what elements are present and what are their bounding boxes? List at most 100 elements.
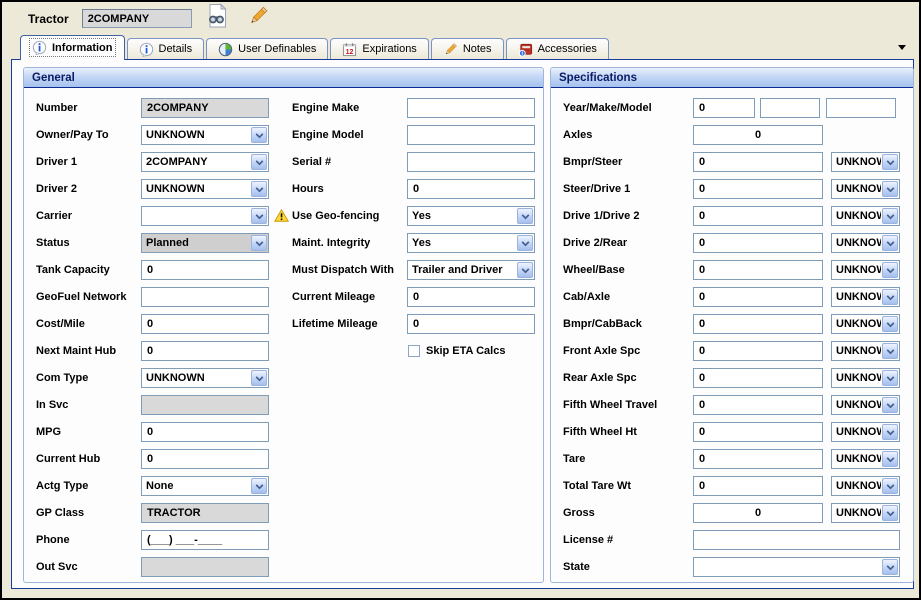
rear-axle-spc-input[interactable]: 0	[693, 368, 823, 388]
cab-axle-combo-button[interactable]	[882, 289, 898, 305]
wheel-base-input[interactable]: 0	[693, 260, 823, 280]
year-make-model-1-input[interactable]: 0	[693, 98, 755, 118]
skip-eta-calcs-checkbox[interactable]	[408, 345, 420, 357]
gross-input[interactable]: 0	[693, 503, 823, 523]
maint-integrity-combo-button[interactable]	[517, 235, 533, 251]
drive-2-rear-combo-button[interactable]	[882, 235, 898, 251]
wheel-base-combo-button[interactable]	[882, 262, 898, 278]
state-combo[interactable]	[693, 557, 900, 577]
front-axle-spc-combo[interactable]: UNKNOW	[831, 341, 900, 361]
chevron-down-icon	[255, 126, 264, 144]
tractor-id-field[interactable]: 2COMPANY	[82, 9, 192, 28]
tab-label: Notes	[463, 43, 492, 55]
must-dispatch-with-combo-button[interactable]	[517, 262, 533, 278]
fifth-wheel-travel-combo-button[interactable]	[882, 397, 898, 413]
front-axle-spc-input[interactable]: 0	[693, 341, 823, 361]
bmpr-cabback-combo-button[interactable]	[882, 316, 898, 332]
must-dispatch-with-combo[interactable]: Trailer and Driver	[407, 260, 535, 280]
tank-capacity-input[interactable]: 0	[141, 260, 269, 280]
tare-input[interactable]: 0	[693, 449, 823, 469]
steer-drive-1-input[interactable]: 0	[693, 179, 823, 199]
tare-combo-button[interactable]	[882, 451, 898, 467]
wheel-base-combo[interactable]: UNKNOW	[831, 260, 900, 280]
tab-list-dropdown-button[interactable]	[895, 42, 909, 52]
owner-pay-to-combo[interactable]: UNKNOWN	[141, 125, 269, 145]
engine-model-input[interactable]	[407, 125, 535, 145]
fifth-wheel-travel-input[interactable]: 0	[693, 395, 823, 415]
bmpr-steer-input[interactable]: 0	[693, 152, 823, 172]
tab-information[interactable]: Information	[20, 35, 125, 60]
engine-make-input[interactable]	[407, 98, 535, 118]
front-axle-spc-combo-button[interactable]	[882, 343, 898, 359]
tab-expirations[interactable]: 12Expirations	[330, 38, 428, 59]
tab-details[interactable]: Details	[127, 38, 205, 59]
axles-input[interactable]: 0	[693, 125, 823, 145]
form-row: Actg TypeNone	[36, 472, 269, 499]
drive-1-drive-2-combo-button[interactable]	[882, 208, 898, 224]
owner-pay-to-combo-button[interactable]	[251, 127, 267, 143]
gross-combo-button[interactable]	[882, 505, 898, 521]
tab-user-definables[interactable]: User Definables	[206, 38, 328, 59]
geofuel-network-input[interactable]	[141, 287, 269, 307]
lifetime-mileage-input[interactable]: 0	[407, 314, 535, 334]
phone-input[interactable]: (___) ___-____	[141, 530, 269, 550]
cost-mile-input[interactable]: 0	[141, 314, 269, 334]
serial-input[interactable]	[407, 152, 535, 172]
drive-1-drive-2-combo[interactable]: UNKNOW	[831, 206, 900, 226]
tab-accessories[interactable]: Accessories	[506, 38, 609, 59]
com-type-combo[interactable]: UNKNOWN	[141, 368, 269, 388]
current-hub-input[interactable]: 0	[141, 449, 269, 469]
fifth-wheel-travel-combo[interactable]: UNKNOW	[831, 395, 900, 415]
use-geo-fencing-combo-button[interactable]	[517, 208, 533, 224]
fifth-wheel-ht-combo-button[interactable]	[882, 424, 898, 440]
next-maint-hub-input[interactable]: 0	[141, 341, 269, 361]
rear-axle-spc-combo[interactable]: UNKNOW	[831, 368, 900, 388]
bmpr-steer-combo-button[interactable]	[882, 154, 898, 170]
fifth-wheel-ht-input[interactable]: 0	[693, 422, 823, 442]
steer-drive-1-combo-button[interactable]	[882, 181, 898, 197]
current-mileage-input[interactable]: 0	[407, 287, 535, 307]
mpg-input[interactable]: 0	[141, 422, 269, 442]
tare-combo[interactable]: UNKNOW	[831, 449, 900, 469]
state-combo-button[interactable]	[882, 559, 898, 575]
total-tare-wt-combo-button[interactable]	[882, 478, 898, 494]
year-make-model-2-input[interactable]	[760, 98, 820, 118]
com-type-combo-button[interactable]	[251, 370, 267, 386]
edit-tractor-button[interactable]	[244, 5, 272, 33]
actg-type-combo[interactable]: None	[141, 476, 269, 496]
bmpr-cabback-input[interactable]: 0	[693, 314, 823, 334]
driver-1-combo-button[interactable]	[251, 154, 267, 170]
bmpr-cabback-combo[interactable]: UNKNOW	[831, 314, 900, 334]
gross-combo[interactable]: UNKNOW	[831, 503, 900, 523]
fifth-wheel-ht-combo-value: UNKNOW	[832, 423, 881, 441]
status-combo[interactable]: Planned	[141, 233, 269, 253]
drive-2-rear-input[interactable]: 0	[693, 233, 823, 253]
bmpr-steer-combo[interactable]: UNKNOW	[831, 152, 900, 172]
drive-1-drive-2-input[interactable]: 0	[693, 206, 823, 226]
hours-input[interactable]: 0	[407, 179, 535, 199]
cab-axle-input[interactable]: 0	[693, 287, 823, 307]
drive-2-rear-combo[interactable]: UNKNOW	[831, 233, 900, 253]
tab-notes[interactable]: Notes	[431, 38, 504, 59]
actg-type-combo-button[interactable]	[251, 478, 267, 494]
carrier-combo-button[interactable]	[251, 208, 267, 224]
find-tractor-button[interactable]	[204, 5, 232, 33]
total-tare-wt-combo[interactable]: UNKNOW	[831, 476, 900, 496]
cab-axle-combo[interactable]: UNKNOW	[831, 287, 900, 307]
driver-2-combo[interactable]: UNKNOWN	[141, 179, 269, 199]
year-make-model-3-input[interactable]	[826, 98, 896, 118]
fifth-wheel-ht-combo[interactable]: UNKNOW	[831, 422, 900, 442]
use-geo-fencing-combo[interactable]: Yes	[407, 206, 535, 226]
drive-2-rear-combo-value: UNKNOW	[832, 234, 881, 252]
total-tare-wt-input[interactable]: 0	[693, 476, 823, 496]
license-input[interactable]	[693, 530, 900, 550]
status-combo-button[interactable]	[251, 235, 267, 251]
driver-2-combo-button[interactable]	[251, 181, 267, 197]
driver-1-combo[interactable]: 2COMPANY	[141, 152, 269, 172]
maint-integrity-combo[interactable]: Yes	[407, 233, 535, 253]
steer-drive-1-combo[interactable]: UNKNOW	[831, 179, 900, 199]
actg-type-label: Actg Type	[36, 480, 141, 492]
carrier-combo[interactable]	[141, 206, 269, 226]
rear-axle-spc-combo-button[interactable]	[882, 370, 898, 386]
rear-axle-spc-label: Rear Axle Spc	[563, 372, 693, 384]
